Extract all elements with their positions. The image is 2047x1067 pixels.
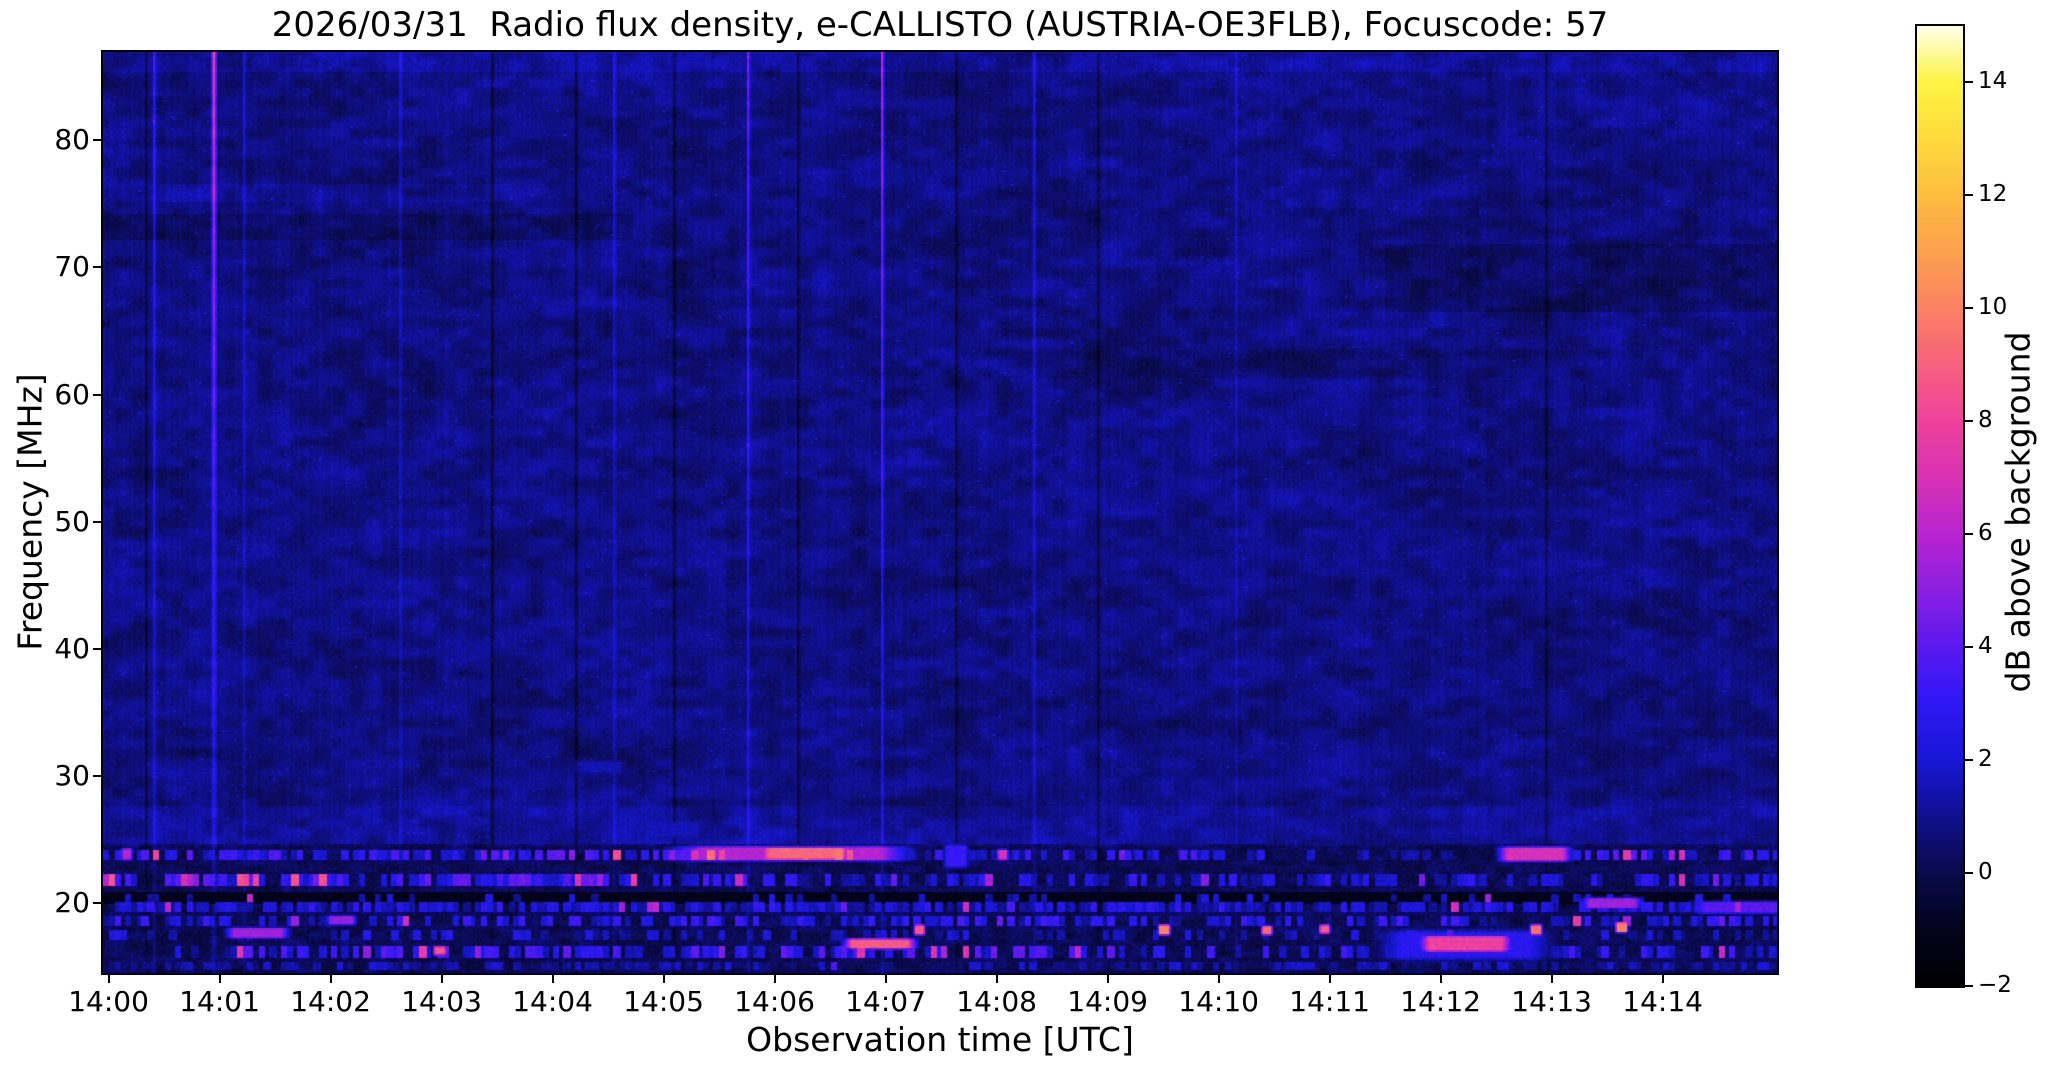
colorbar-tick-label: −2	[1978, 972, 2012, 998]
x-tick-mark	[1661, 975, 1664, 983]
colorbar-gradient	[1917, 26, 1963, 986]
x-tick-label: 14:06	[734, 985, 815, 1018]
x-tick-mark	[218, 975, 221, 983]
y-tick-mark	[93, 266, 101, 269]
x-tick-label: 14:14	[1622, 985, 1703, 1018]
colorbar-tick-label: 4	[1978, 633, 1993, 660]
colorbar-tick-label: 0	[1978, 859, 1993, 886]
x-tick-mark	[1550, 975, 1553, 983]
y-tick-label: 20	[54, 886, 90, 920]
x-tick-mark	[440, 975, 443, 983]
colorbar-tick-label: 12	[1978, 181, 2008, 208]
chart-title: 2026/03/31 Radio flux density, e-CALLIST…	[271, 5, 1609, 45]
y-tick-label: 30	[54, 758, 90, 792]
colorbar-tick-mark	[1965, 194, 1973, 197]
x-tick-mark	[1106, 975, 1109, 983]
x-tick-label: 14:09	[1067, 985, 1148, 1018]
spectrogram-canvas	[103, 52, 1777, 973]
y-tick-label: 80	[54, 123, 90, 157]
x-axis-label: Observation time [UTC]	[746, 1020, 1134, 1059]
x-tick-label: 14:04	[512, 985, 593, 1018]
colorbar-tick-mark	[1965, 81, 1973, 84]
colorbar-tick-label: 10	[1978, 294, 2008, 321]
x-tick-label: 14:07	[845, 985, 926, 1018]
colorbar-tick-label: 6	[1978, 520, 1993, 547]
y-axis-label: Frequency [MHz]	[10, 373, 50, 651]
figure: 2026/03/31 Radio flux density, e-CALLIST…	[0, 0, 2047, 1067]
y-tick-mark	[93, 139, 101, 142]
y-tick-mark	[93, 774, 101, 777]
x-tick-label: 14:01	[179, 985, 260, 1018]
x-tick-label: 14:08	[956, 985, 1037, 1018]
x-tick-mark	[1217, 975, 1220, 983]
y-tick-mark	[93, 647, 101, 650]
x-tick-label: 14:00	[68, 985, 149, 1018]
x-tick-mark	[1439, 975, 1442, 983]
colorbar-tick-label: 14	[1978, 68, 2008, 95]
x-tick-label: 14:03	[401, 985, 482, 1018]
x-tick-label: 14:10	[1178, 985, 1259, 1018]
colorbar-tick-mark	[1965, 307, 1973, 310]
x-tick-label: 14:12	[1400, 985, 1481, 1018]
colorbar-tick-mark	[1965, 533, 1973, 536]
x-tick-label: 14:11	[1289, 985, 1370, 1018]
colorbar-tick-mark	[1965, 759, 1973, 762]
colorbar-tick-label: 2	[1978, 746, 1993, 773]
colorbar-tick-label: 8	[1978, 407, 1993, 434]
y-tick-mark	[93, 393, 101, 396]
y-tick-label: 70	[54, 250, 90, 284]
y-tick-mark	[93, 520, 101, 523]
colorbar-tick-mark	[1965, 646, 1973, 649]
x-tick-mark	[995, 975, 998, 983]
x-tick-label: 14:05	[623, 985, 704, 1018]
x-tick-mark	[107, 975, 110, 983]
colorbar-label: dB above background	[1998, 331, 2038, 693]
y-tick-mark	[93, 902, 101, 905]
colorbar-tick-mark	[1965, 985, 1973, 987]
x-tick-mark	[662, 975, 665, 983]
x-tick-label: 14:13	[1511, 985, 1592, 1018]
x-tick-mark	[1328, 975, 1331, 983]
colorbar-tick-mark	[1965, 872, 1973, 875]
x-tick-mark	[773, 975, 776, 983]
x-tick-mark	[884, 975, 887, 983]
colorbar-tick-mark	[1965, 420, 1973, 423]
x-tick-label: 14:02	[290, 985, 371, 1018]
x-tick-mark	[551, 975, 554, 983]
x-tick-mark	[329, 975, 332, 983]
colorbar	[1915, 24, 1965, 988]
